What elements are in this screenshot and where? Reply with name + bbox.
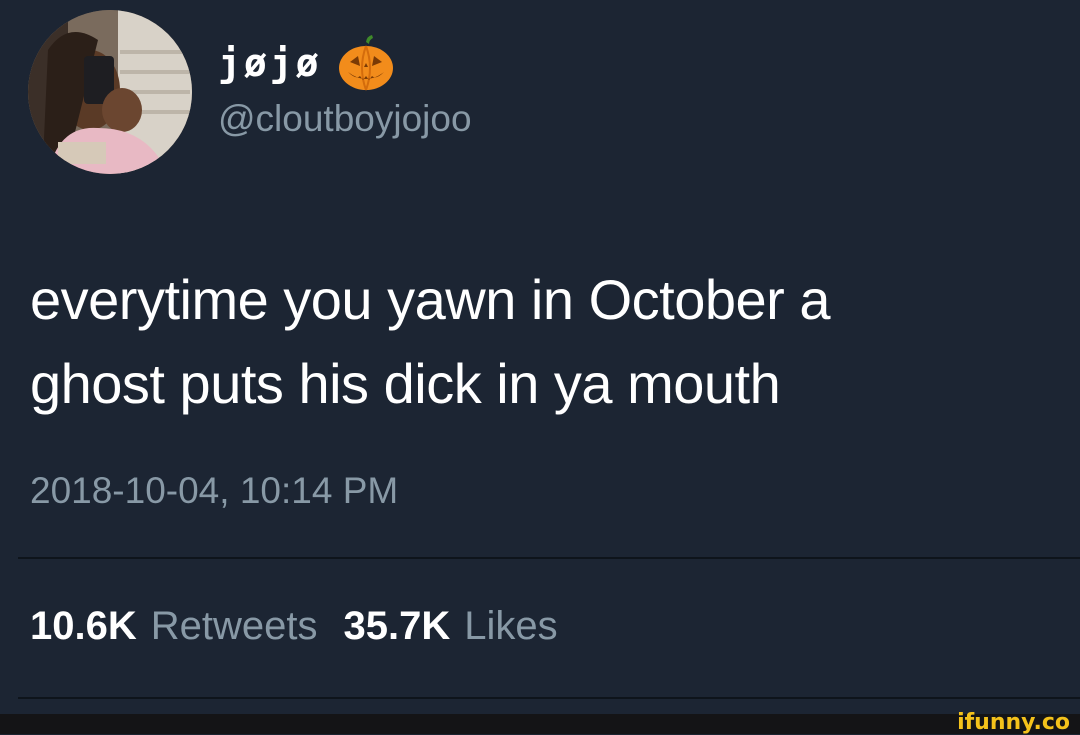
like-label: Likes: [464, 604, 558, 648]
avatar[interactable]: [28, 10, 192, 174]
display-name-text: jøjø: [218, 41, 322, 85]
jack-o-lantern-icon: [336, 34, 396, 92]
tweet-text: everytime you yawn in October a ghost pu…: [30, 258, 1050, 426]
user-handle[interactable]: @cloutboyjojoo: [218, 98, 472, 140]
watermark-bar: ifunny.co: [0, 710, 1080, 735]
retweet-count: 10.6K: [30, 604, 137, 648]
retweet-label: Retweets: [150, 604, 318, 648]
retweets-stat[interactable]: 10.6K Retweets: [30, 604, 318, 649]
ifunny-watermark: ifunny.co: [957, 710, 1070, 735]
engagement-stats: 10.6K Retweets 35.7K Likes: [30, 604, 558, 649]
divider: [18, 697, 1080, 699]
tweet-text-line-2: ghost puts his dick in ya mouth: [30, 352, 781, 415]
likes-stat[interactable]: 35.7K Likes: [344, 604, 558, 649]
tweet-text-line-1: everytime you yawn in October a: [30, 268, 830, 331]
tweet-card: jøjø @cloutboyjojoo everytime you yawn i…: [0, 0, 1080, 714]
like-count: 35.7K: [343, 604, 451, 648]
tweet-timestamp[interactable]: 2018-10-04, 10:14 PM: [30, 470, 398, 512]
display-name[interactable]: jøjø: [218, 35, 396, 91]
avatar-photo: [28, 10, 192, 174]
divider: [18, 557, 1080, 559]
